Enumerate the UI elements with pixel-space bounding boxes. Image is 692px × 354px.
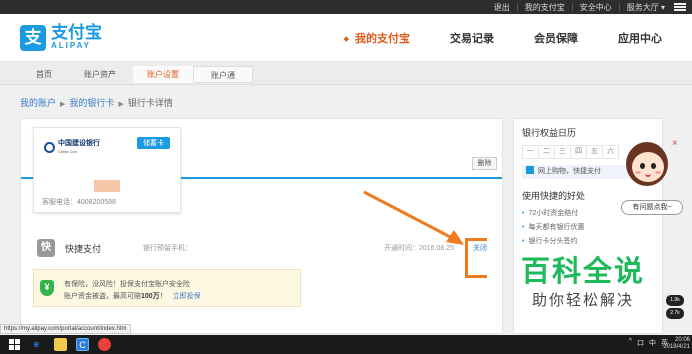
network-icon[interactable]: 口 (637, 338, 644, 348)
quick-pay-icon: 快 (37, 239, 55, 257)
main-navigation: 我的支付宝 交易记录 会员保障 应用中心 (304, 14, 662, 62)
logo-english-text: ALIPAY (51, 41, 92, 50)
system-tray: ^ 口 中 英 (624, 338, 668, 348)
calendar-cell[interactable]: 五 (586, 145, 603, 159)
list-item: 银行卡分头签约 (522, 235, 584, 249)
calendar-cell[interactable]: 三 (554, 145, 571, 159)
calendar-cell[interactable]: 六 (602, 145, 619, 159)
list-item: 每天都有银行优惠 (522, 221, 584, 235)
breadcrumb-separator-icon: ▶ (118, 101, 124, 108)
tray-expand-icon[interactable]: ^ (629, 338, 632, 348)
insurance-line-2: 账户资金被盗，最高可赔100万！ 立即投保 (64, 293, 201, 300)
top-utility-bar: 退出 我的支付宝 安全中心 服务大厅 ▾ (0, 0, 692, 14)
windows-start-icon[interactable] (8, 338, 21, 351)
benefits-title: 使用快捷的好处 (522, 191, 586, 201)
breadcrumb: 我的账户 ▶ 我的银行卡 ▶ 银行卡详情 (20, 96, 173, 109)
card-type-badge: 储蓄卡 (137, 137, 170, 149)
annotation-bracket (465, 238, 487, 278)
ccb-logo-icon (44, 142, 55, 153)
calendar-cell[interactable]: 二 (538, 145, 555, 159)
nav-member-protection[interactable]: 会员保障 (534, 30, 578, 46)
quick-pay-label: 快捷支付 (65, 244, 102, 254)
watermark-title: 百科全说 (520, 254, 645, 288)
benefits-list: 72小时资金赔付 每天都有银行优惠 银行卡分头签约 (522, 207, 584, 249)
status-url: https://my.alipay.com/portal/account/ind… (0, 324, 131, 334)
windows-taskbar: e C ^ 口 中 英 20:06 2018/4/21 (0, 335, 692, 354)
logout-link[interactable]: 退出 (487, 3, 517, 12)
nav-transactions[interactable]: 交易记录 (450, 30, 494, 46)
logo-chinese-text: 支付宝 (51, 23, 102, 42)
insurance-banner: ¥ 有保险，没风险！投保支付宝账户安全险 账户资金被盗，最高可赔100万！ 立即投… (33, 269, 301, 307)
bank-name: 中国建设银行 (58, 140, 100, 147)
my-alipay-link[interactable]: 我的支付宝 (516, 2, 572, 12)
annotation-arrow-icon (363, 190, 464, 245)
chrome-browser-icon[interactable] (98, 338, 111, 351)
edge-browser-icon[interactable]: e (30, 338, 43, 351)
bank-card: 中国建设银行 China Con 储蓄卡 客服电话：4008200588 (33, 127, 181, 213)
nav-my-alipay[interactable]: 我的支付宝 (344, 30, 410, 46)
site-header: 支 支付宝 ALIPAY 我的支付宝 交易记录 会员保障 应用中心 (0, 14, 692, 62)
bank-english-name: China Con (58, 149, 77, 154)
tab-home[interactable]: 首页 (14, 66, 74, 83)
tab-account-settings[interactable]: 账户设置 (133, 66, 193, 83)
watermark-subtitle: 助你轻松解决 (531, 292, 634, 309)
reserved-phone-label: 银行预留手机： (143, 245, 192, 252)
tab-account-assets[interactable]: 账户资产 (70, 66, 130, 83)
side-badges: 1.9k 2.7k (666, 295, 684, 321)
shield-icon: ¥ (40, 280, 54, 296)
tab-account-pass[interactable]: 账户通 (193, 66, 253, 83)
buy-insurance-link[interactable]: 立即投保 (173, 293, 201, 300)
delete-card-button[interactable]: 删除 (472, 157, 497, 170)
list-item: 72小时资金赔付 (522, 207, 584, 221)
close-icon[interactable]: × (672, 138, 678, 149)
bank-hotline: 客服电话：4008200588 (42, 199, 116, 206)
breadcrumb-card-detail: 银行卡详情 (127, 98, 173, 108)
breadcrumb-separator-icon: ▶ (60, 101, 66, 108)
nav-app-center[interactable]: 应用中心 (618, 30, 662, 46)
help-mascot-icon[interactable] (624, 140, 672, 190)
breadcrumb-my-account[interactable]: 我的账户 (20, 98, 56, 108)
ime-icon[interactable]: 中 (649, 338, 656, 348)
breadcrumb-my-cards[interactable]: 我的银行卡 (69, 98, 114, 108)
service-hall-dropdown[interactable]: 服务大厅 ▾ (618, 2, 672, 12)
promo-icon (526, 166, 534, 174)
security-center-link[interactable]: 安全中心 (571, 2, 619, 12)
status-badge: 2.7k (666, 308, 684, 319)
redacted-card-number (94, 180, 120, 192)
active-app-icon[interactable]: C (76, 338, 89, 351)
top-links: 退出 我的支付宝 安全中心 服务大厅 ▾ (487, 0, 692, 14)
alipay-logo-icon: 支 (20, 24, 46, 51)
help-button[interactable]: 有问题点我~ (621, 200, 683, 215)
alipay-logo[interactable]: 支 支付宝 ALIPAY (20, 24, 102, 51)
hamburger-menu-icon[interactable] (674, 3, 686, 11)
taskbar-clock[interactable]: 20:06 2018/4/21 (663, 337, 690, 351)
file-explorer-icon[interactable] (54, 338, 67, 351)
calendar-cell[interactable]: 四 (570, 145, 587, 159)
calendar-title: 银行权益日历 (522, 128, 577, 138)
status-badge: 1.9k (666, 295, 684, 306)
calendar-cell[interactable]: 一 (522, 145, 539, 159)
sub-navigation: 首页 账户资产 账户设置 账户通 (0, 63, 692, 85)
watermark: 百科全说 助你轻松解决 (498, 254, 668, 330)
benefits-calendar: 一 二 三 四 五 六 (522, 145, 619, 159)
insurance-line-1: 有保险，没风险！投保支付宝账户安全险 (64, 281, 190, 288)
